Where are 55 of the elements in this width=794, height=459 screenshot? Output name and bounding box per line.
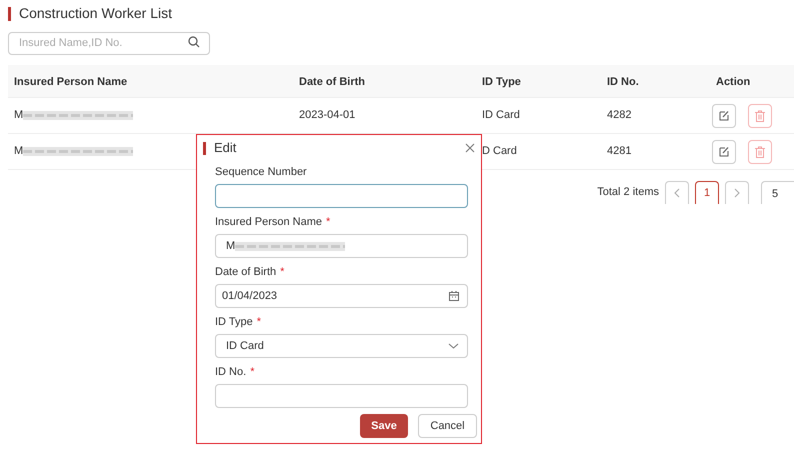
edit-icon[interactable] xyxy=(718,110,730,121)
dialog-title: Edit xyxy=(214,139,236,158)
prev-button[interactable] xyxy=(665,181,689,204)
required-asterisk: * xyxy=(280,264,284,280)
column-header: Action xyxy=(716,76,750,88)
field-value: M xyxy=(226,238,236,254)
field-label: Insured Person Name xyxy=(215,214,322,230)
input-field[interactable] xyxy=(215,184,468,208)
required-asterisk: * xyxy=(250,364,254,380)
table-cell: D Card xyxy=(482,145,517,158)
delete-button[interactable] xyxy=(748,140,772,164)
page-button[interactable]: 1 xyxy=(695,181,719,204)
page-size-select[interactable]: 5 xyxy=(761,181,794,204)
chevron-right-icon[interactable] xyxy=(734,188,740,198)
table-cell-text: M xyxy=(14,108,24,124)
field-label: Sequence Number xyxy=(215,164,307,180)
table-cell-text: M xyxy=(14,144,24,160)
edit-icon[interactable] xyxy=(718,146,730,157)
title-accent-bar xyxy=(203,142,206,154)
chevron-down-icon[interactable] xyxy=(448,343,459,349)
cancel-button[interactable]: Cancel xyxy=(418,414,477,438)
date-field[interactable]: 01/04/2023 xyxy=(215,284,468,308)
calendar-icon[interactable] xyxy=(449,291,459,301)
trash-icon[interactable] xyxy=(755,110,765,122)
trash-icon[interactable] xyxy=(755,146,765,158)
field-value: ID Card xyxy=(226,338,264,354)
field-label: Date of Birth xyxy=(215,264,276,280)
field-value: 01/04/2023 xyxy=(222,288,278,304)
edit-button[interactable] xyxy=(712,140,736,164)
chevron-left-icon[interactable] xyxy=(674,188,680,198)
column-header: ID Type xyxy=(482,76,521,88)
close-icon[interactable] xyxy=(465,143,475,153)
delete-button[interactable] xyxy=(748,104,772,128)
edit-button[interactable] xyxy=(712,104,736,128)
select-field[interactable]: ID Card xyxy=(215,334,468,358)
table-cell: 4281 xyxy=(607,145,632,158)
page-title: Construction Worker List xyxy=(19,4,172,23)
save-button[interactable]: Save xyxy=(360,414,408,438)
input-field[interactable]: M xyxy=(215,234,468,258)
table-cell: 2023-04-01 xyxy=(299,109,356,122)
field-label: ID Type xyxy=(215,314,253,330)
title-accent-bar xyxy=(8,6,11,20)
column-header: Insured Person Name xyxy=(14,76,128,88)
table-cell: ID Card xyxy=(482,109,520,122)
table-cell: 4282 xyxy=(607,109,632,122)
search-field[interactable]: Insured Name,ID No. xyxy=(8,32,210,54)
next-button[interactable] xyxy=(725,181,749,204)
total-items: Total 2 items xyxy=(597,185,659,200)
required-asterisk: * xyxy=(326,214,330,230)
required-asterisk: * xyxy=(256,314,261,330)
column-header: Date of Birth xyxy=(299,76,365,88)
column-header: ID No. xyxy=(607,76,639,88)
input-field[interactable] xyxy=(215,384,468,408)
search-icon[interactable] xyxy=(188,36,200,48)
field-label: ID No. xyxy=(215,364,246,380)
